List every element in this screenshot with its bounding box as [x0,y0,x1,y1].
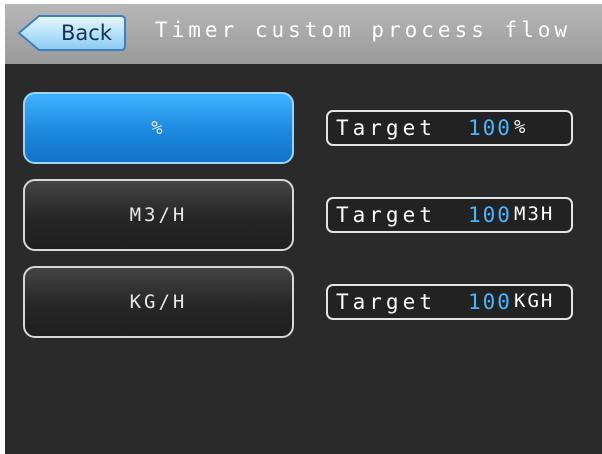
mode-button-label: % [151,117,166,139]
mode-button-label: M3/H [129,204,188,226]
mode-button-m3h[interactable]: M3/H [23,179,294,251]
target-value: 100 [468,290,512,314]
target-unit: % [514,116,528,138]
target-label: Target [336,116,436,140]
target-value: 100 [468,203,512,227]
target-value: 100 [468,116,512,140]
target-unit: M3H [514,203,555,225]
target-unit: KGH [514,290,555,312]
target-field-percent[interactable]: Target 100 % [326,110,573,146]
device-screen: Back Timer custom process flow % M3/H KG… [5,4,602,454]
mode-button-percent[interactable]: % [23,92,294,164]
mode-button-label: KG/H [129,291,188,313]
page-title: Timer custom process flow [155,18,572,42]
header-bar: Back Timer custom process flow [5,4,602,64]
target-field-kgh[interactable]: Target 100 KGH [326,284,573,320]
target-label: Target [336,203,436,227]
back-button-label: Back [61,21,112,45]
mode-button-kgh[interactable]: KG/H [23,266,294,338]
target-label: Target [336,290,436,314]
back-button[interactable]: Back [17,14,127,52]
target-field-m3h[interactable]: Target 100 M3H [326,197,573,233]
